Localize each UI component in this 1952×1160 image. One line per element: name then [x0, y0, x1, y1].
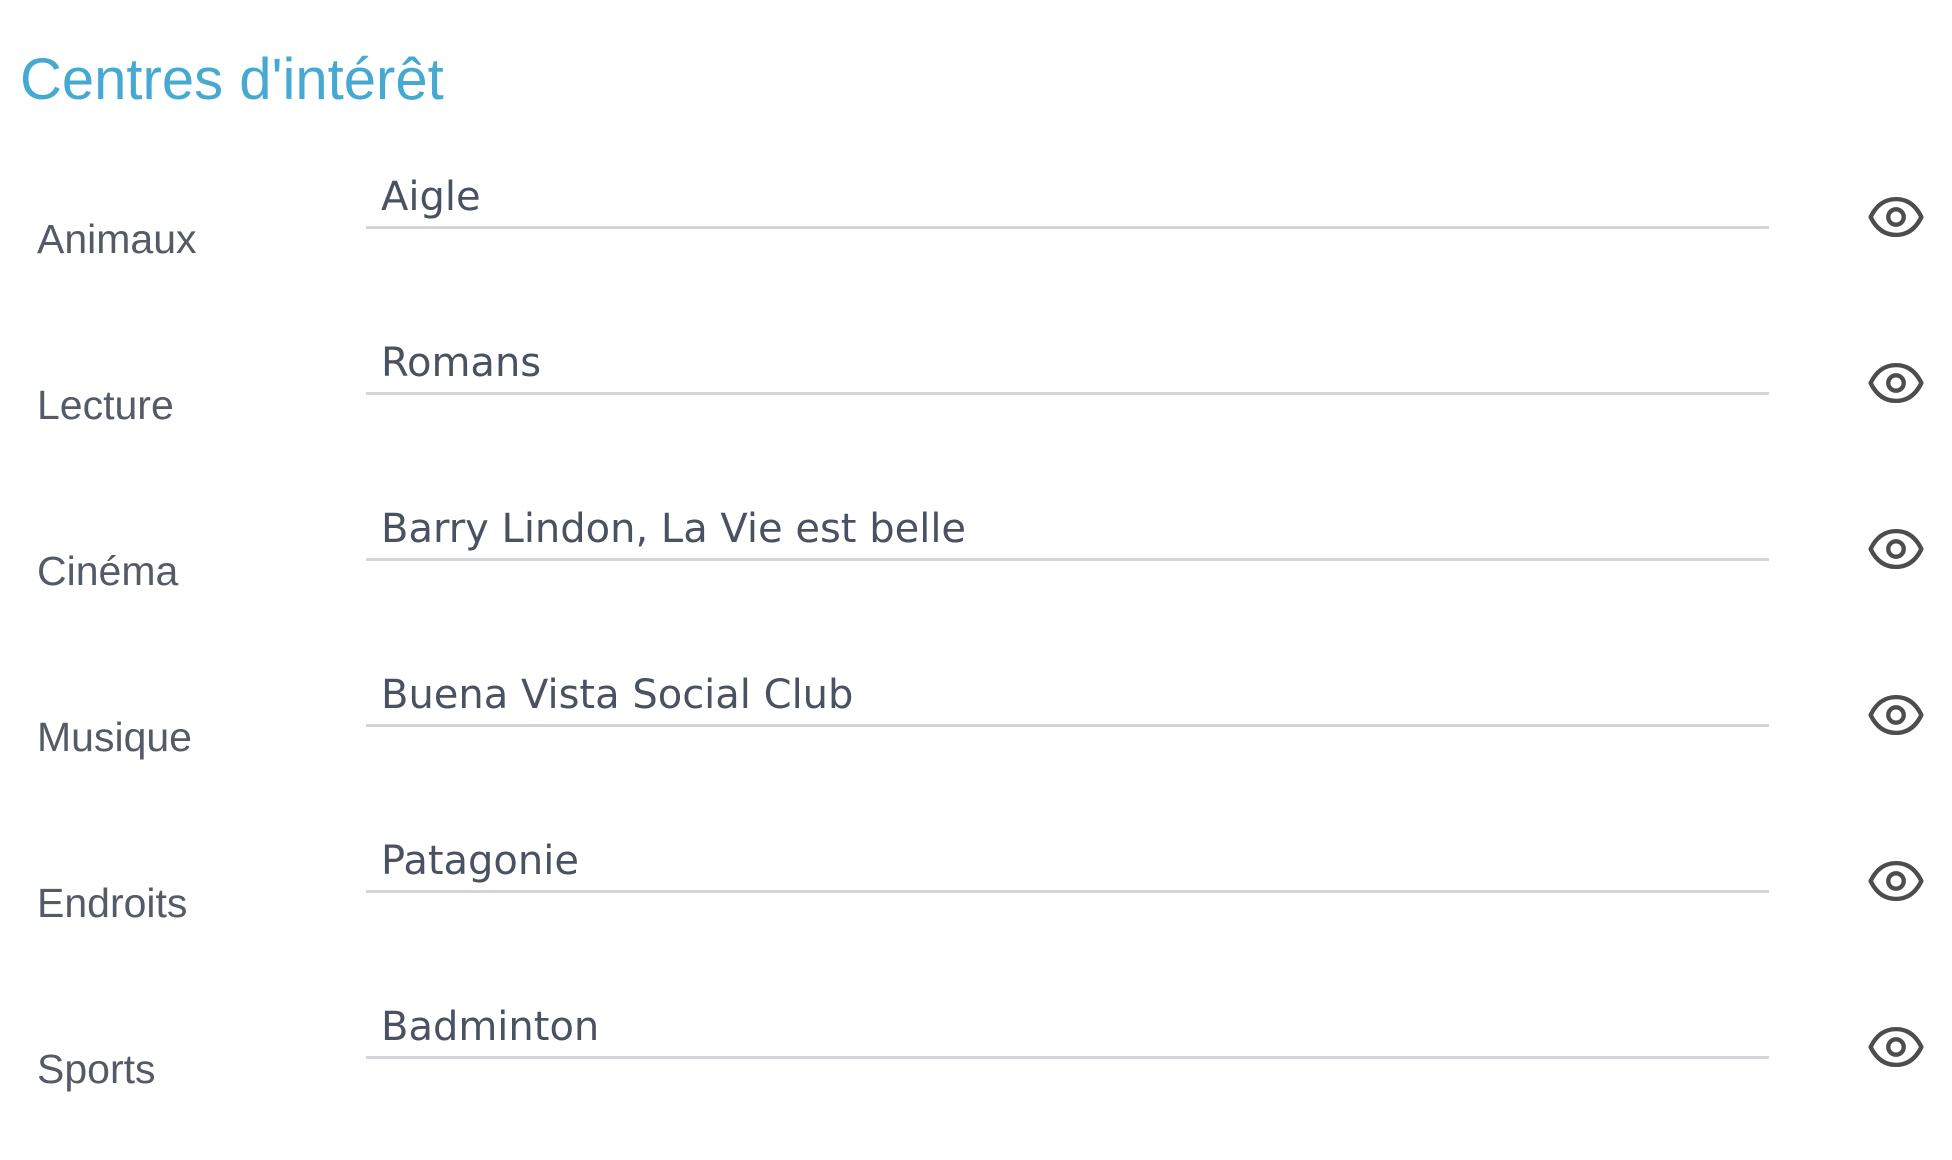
interest-row-cinema: Cinéma — [0, 498, 1952, 618]
field-input-animaux[interactable] — [381, 172, 1751, 222]
field-input-sports[interactable] — [381, 1002, 1751, 1052]
field-label-lecture: Lecture — [37, 382, 174, 428]
field-label-endroits: Endroits — [37, 880, 188, 926]
eye-icon[interactable] — [1863, 184, 1929, 250]
eye-icon[interactable] — [1863, 848, 1929, 914]
field-label-musique: Musique — [37, 714, 192, 760]
field-lecture — [366, 332, 1769, 395]
field-label-sports: Sports — [37, 1046, 156, 1092]
field-musique — [366, 664, 1769, 727]
field-endroits — [366, 830, 1769, 893]
eye-icon[interactable] — [1863, 516, 1929, 582]
interest-row-endroits: Endroits — [0, 830, 1952, 950]
field-input-musique[interactable] — [381, 670, 1751, 720]
eye-icon[interactable] — [1863, 1014, 1929, 1080]
field-input-endroits[interactable] — [381, 836, 1751, 886]
eye-icon[interactable] — [1863, 350, 1929, 416]
field-cinema — [366, 498, 1769, 561]
interest-row-musique: Musique — [0, 664, 1952, 784]
interest-row-animaux: Animaux — [0, 166, 1952, 286]
field-sports — [366, 996, 1769, 1059]
eye-icon[interactable] — [1863, 682, 1929, 748]
field-animaux — [366, 166, 1769, 229]
field-input-cinema[interactable] — [381, 504, 1751, 554]
section-title: Centres d'intérêt — [20, 47, 444, 112]
interest-row-lecture: Lecture — [0, 332, 1952, 452]
field-label-animaux: Animaux — [37, 216, 197, 262]
field-input-lecture[interactable] — [381, 338, 1751, 388]
interest-row-sports: Sports — [0, 996, 1952, 1116]
field-label-cinema: Cinéma — [37, 548, 179, 594]
